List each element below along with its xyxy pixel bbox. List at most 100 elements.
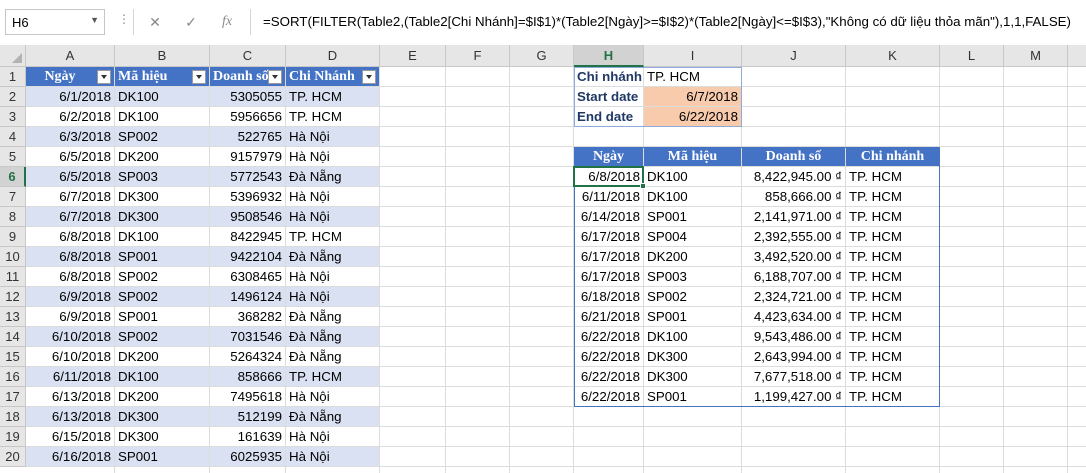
- source-branch-cell[interactable]: Đà Nẵng: [286, 167, 379, 186]
- source-code-cell[interactable]: DK300: [115, 407, 209, 426]
- source-sales-cell[interactable]: 858666: [210, 367, 285, 386]
- source-code-cell[interactable]: DK300: [115, 427, 209, 446]
- row-header-2[interactable]: 2: [0, 87, 26, 107]
- source-branch-cell[interactable]: TP. HCM: [286, 87, 379, 106]
- source-branch-cell[interactable]: Hà Nội: [286, 127, 379, 146]
- row-header-15[interactable]: 15: [0, 347, 26, 367]
- source-branch-cell[interactable]: TP. HCM: [286, 367, 379, 386]
- column-header-l[interactable]: L: [940, 45, 1004, 67]
- source-code-cell[interactable]: DK100: [115, 367, 209, 386]
- row-header-14[interactable]: 14: [0, 327, 26, 347]
- column-header-g[interactable]: G: [510, 45, 574, 67]
- source-date-cell[interactable]: 6/10/2018: [26, 347, 114, 366]
- select-all-button[interactable]: [0, 45, 26, 67]
- row-header-4[interactable]: 4: [0, 127, 26, 147]
- source-date-cell[interactable]: 6/11/2018: [26, 367, 114, 386]
- source-branch-cell[interactable]: Đà Nẵng: [286, 347, 379, 366]
- row-header-12[interactable]: 12: [0, 287, 26, 307]
- source-branch-cell[interactable]: Hà Nội: [286, 287, 379, 306]
- formula-input[interactable]: =SORT(FILTER(Table2,(Table2[Chi Nhánh]=$…: [250, 9, 1086, 35]
- row-header-20[interactable]: 20: [0, 447, 26, 467]
- source-code-cell[interactable]: DK300: [115, 187, 209, 206]
- filter-dropdown-icon[interactable]: [97, 70, 111, 84]
- source-sales-cell[interactable]: 9422104: [210, 247, 285, 266]
- source-sales-cell[interactable]: 1496124: [210, 287, 285, 306]
- row-header-6[interactable]: 6: [0, 167, 26, 187]
- source-date-cell[interactable]: 6/8/2018: [26, 267, 114, 286]
- column-header-m[interactable]: M: [1004, 45, 1068, 67]
- cancel-icon[interactable]: ✕: [144, 12, 166, 32]
- source-sales-cell[interactable]: 5956656: [210, 107, 285, 126]
- column-header-e[interactable]: E: [380, 45, 446, 67]
- source-date-cell[interactable]: 6/2/2018: [26, 107, 114, 126]
- source-branch-cell[interactable]: Hà Nội: [286, 147, 379, 166]
- column-header-d[interactable]: D: [286, 45, 380, 67]
- source-code-cell[interactable]: DK200: [115, 387, 209, 406]
- name-box[interactable]: H6 ▼: [5, 9, 105, 35]
- column-header-j[interactable]: J: [742, 45, 846, 67]
- column-header-a[interactable]: A: [26, 45, 115, 67]
- column-header-h[interactable]: H: [574, 45, 644, 67]
- source-branch-cell[interactable]: Hà Nội: [286, 267, 379, 286]
- insert-function-icon[interactable]: fx: [216, 12, 238, 32]
- source-branch-cell[interactable]: Đà Nẵng: [286, 247, 379, 266]
- fill-handle[interactable]: [640, 183, 646, 189]
- source-sales-cell[interactable]: 161639: [210, 427, 285, 446]
- source-branch-cell[interactable]: Hà Nội: [286, 427, 379, 446]
- column-header-n[interactable]: N: [1068, 45, 1086, 67]
- source-date-cell[interactable]: 6/1/2018: [26, 87, 114, 106]
- source-branch-cell[interactable]: Hà Nội: [286, 387, 379, 406]
- enter-icon[interactable]: ✓: [180, 12, 202, 32]
- source-sales-cell[interactable]: 5396932: [210, 187, 285, 206]
- source-code-cell[interactable]: SP002: [115, 327, 209, 346]
- row-header-1[interactable]: 1: [0, 67, 26, 87]
- row-header-7[interactable]: 7: [0, 187, 26, 207]
- column-header-b[interactable]: B: [115, 45, 210, 67]
- source-code-cell[interactable]: SP001: [115, 447, 209, 466]
- source-date-cell[interactable]: 6/9/2018: [26, 287, 114, 306]
- source-date-cell[interactable]: 6/8/2018: [26, 227, 114, 246]
- source-code-cell[interactable]: SP001: [115, 307, 209, 326]
- source-date-cell[interactable]: 6/13/2018: [26, 387, 114, 406]
- source-code-cell[interactable]: SP003: [115, 167, 209, 186]
- source-code-cell[interactable]: SP001: [115, 247, 209, 266]
- row-header-10[interactable]: 10: [0, 247, 26, 267]
- source-date-cell[interactable]: 6/9/2018: [26, 307, 114, 326]
- source-code-cell[interactable]: DK200: [115, 147, 209, 166]
- source-branch-cell[interactable]: TP. HCM: [286, 227, 379, 246]
- source-branch-cell[interactable]: Hà Nội: [286, 447, 379, 466]
- source-sales-cell[interactable]: 6308465: [210, 267, 285, 286]
- source-date-cell[interactable]: 6/5/2018: [26, 147, 114, 166]
- filter-dropdown-icon[interactable]: [192, 70, 206, 84]
- source-code-cell[interactable]: DK300: [115, 207, 209, 226]
- row-header-5[interactable]: 5: [0, 147, 26, 167]
- source-date-cell[interactable]: 6/16/2018: [26, 447, 114, 466]
- more-options-icon[interactable]: ⋮: [118, 12, 131, 26]
- source-code-cell[interactable]: DK200: [115, 347, 209, 366]
- column-header-k[interactable]: K: [846, 45, 940, 67]
- source-date-cell[interactable]: 6/7/2018: [26, 207, 114, 226]
- source-sales-cell[interactable]: 5305055: [210, 87, 285, 106]
- source-code-cell[interactable]: SP002: [115, 127, 209, 146]
- source-sales-cell[interactable]: 7495618: [210, 387, 285, 406]
- source-sales-cell[interactable]: 6025935: [210, 447, 285, 466]
- row-header-13[interactable]: 13: [0, 307, 26, 327]
- source-sales-cell[interactable]: 522765: [210, 127, 285, 146]
- source-date-cell[interactable]: 6/3/2018: [26, 127, 114, 146]
- source-sales-cell[interactable]: 5772543: [210, 167, 285, 186]
- source-code-cell[interactable]: SP002: [115, 287, 209, 306]
- row-header-18[interactable]: 18: [0, 407, 26, 427]
- source-sales-cell[interactable]: 9157979: [210, 147, 285, 166]
- source-code-cell[interactable]: DK100: [115, 227, 209, 246]
- source-branch-cell[interactable]: Đà Nẵng: [286, 407, 379, 426]
- row-header-19[interactable]: 19: [0, 427, 26, 447]
- column-header-c[interactable]: C: [210, 45, 286, 67]
- source-date-cell[interactable]: 6/10/2018: [26, 327, 114, 346]
- source-date-cell[interactable]: 6/8/2018: [26, 247, 114, 266]
- source-sales-cell[interactable]: 7031546: [210, 327, 285, 346]
- row-header-16[interactable]: 16: [0, 367, 26, 387]
- row-header-17[interactable]: 17: [0, 387, 26, 407]
- source-date-cell[interactable]: 6/7/2018: [26, 187, 114, 206]
- source-sales-cell[interactable]: 9508546: [210, 207, 285, 226]
- source-sales-cell[interactable]: 512199: [210, 407, 285, 426]
